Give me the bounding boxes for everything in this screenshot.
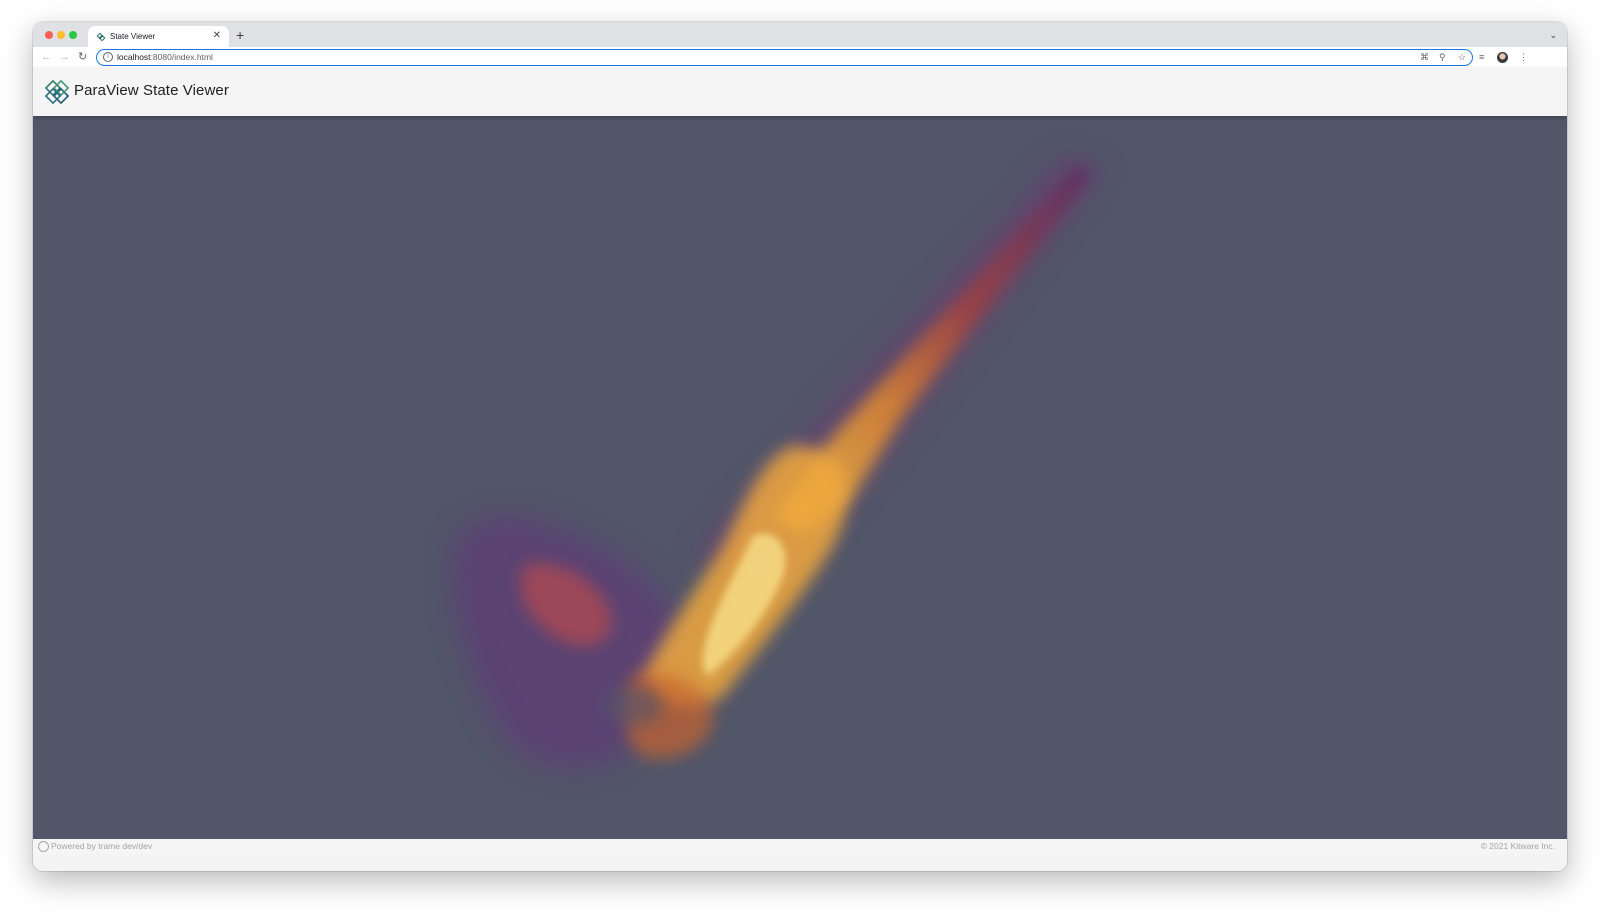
arrow-left-icon[interactable]: ← bbox=[41, 50, 52, 64]
tab-strip: State Viewer ✕ + ⌄ bbox=[33, 22, 1567, 47]
app-header: ParaView State Viewer bbox=[33, 68, 1567, 116]
volume-render bbox=[451, 156, 1103, 770]
arrow-right-icon[interactable]: → bbox=[59, 50, 70, 64]
url-text: localhost:8080/index.html bbox=[117, 52, 213, 62]
close-icon[interactable]: ✕ bbox=[213, 30, 221, 42]
app-footer: Powered by trame dev/dev © 2021 Kitware … bbox=[33, 839, 1567, 854]
more-vert-icon[interactable]: ⋮ bbox=[1519, 51, 1528, 63]
address-bar[interactable]: i localhost:8080/index.html ⌘ ⚲ ☆ bbox=[96, 49, 1473, 66]
reload-icon[interactable]: ↻ bbox=[78, 50, 87, 64]
profile-avatar[interactable] bbox=[1497, 52, 1508, 63]
info-icon[interactable]: i bbox=[103, 52, 113, 62]
chevron-down-icon[interactable]: ⌄ bbox=[1549, 30, 1557, 41]
reading-list-icon[interactable]: ≡ bbox=[1479, 51, 1484, 63]
browser-window: State Viewer ✕ + ⌄ ← → ↻ i localhost:808… bbox=[33, 22, 1567, 871]
close-window-button[interactable] bbox=[45, 31, 53, 39]
paraview-logo-icon bbox=[96, 32, 106, 42]
paraview-logo-icon bbox=[45, 80, 69, 104]
trame-logo-icon bbox=[38, 841, 49, 852]
zoom-icon[interactable]: ⚲ bbox=[1439, 51, 1446, 63]
render-viewport[interactable] bbox=[33, 116, 1567, 839]
maximize-window-button[interactable] bbox=[69, 31, 77, 39]
qr-code-icon[interactable]: ⌘ bbox=[1420, 51, 1429, 63]
minimize-window-button[interactable] bbox=[57, 31, 65, 39]
powered-by-text: Powered by trame dev/dev bbox=[51, 841, 153, 851]
browser-tab[interactable]: State Viewer ✕ bbox=[88, 26, 229, 47]
browser-toolbar: ← → ↻ i localhost:8080/index.html ⌘ ⚲ ☆ … bbox=[33, 47, 1567, 68]
copyright-text: © 2021 Kitware Inc. bbox=[1480, 841, 1555, 851]
page-title: ParaView State Viewer bbox=[74, 82, 229, 99]
bookmark-star-icon[interactable]: ☆ bbox=[1458, 51, 1466, 63]
tab-title: State Viewer bbox=[110, 32, 156, 41]
plus-icon[interactable]: + bbox=[236, 28, 244, 42]
